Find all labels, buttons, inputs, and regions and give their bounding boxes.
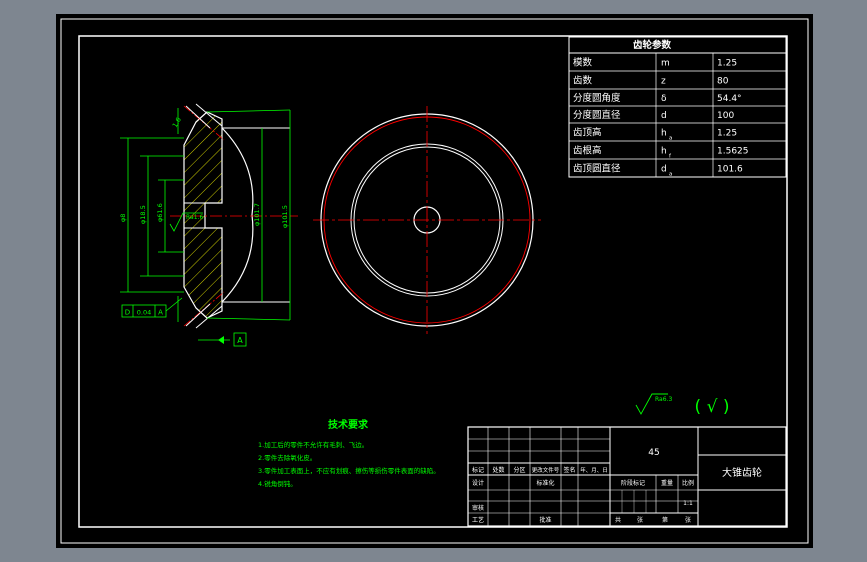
tb-standard: 标准化 bbox=[536, 479, 554, 487]
tb-scale-value: 1:1 bbox=[683, 500, 693, 507]
gear-param-name: 齿根高 bbox=[573, 145, 602, 157]
gear-param-name: 齿顶高 bbox=[573, 127, 602, 139]
tb-sign: 签名 bbox=[563, 466, 575, 474]
gear-param-name: 分度圆角度 bbox=[573, 92, 621, 104]
gear-param-subscript: a bbox=[669, 172, 672, 178]
gear-param-value: 80 bbox=[717, 77, 729, 87]
roughness-value: Ra6.3 bbox=[655, 396, 672, 403]
tb-sheet-b: 张 bbox=[685, 516, 691, 524]
gear-param-symbol: m bbox=[661, 59, 670, 69]
tech-req-item: 4.锐角倒钝。 bbox=[258, 479, 297, 488]
gear-param-name: 分度圆直径 bbox=[573, 109, 621, 121]
tol-symbol: D bbox=[125, 309, 130, 317]
gear-param-name: 齿数 bbox=[573, 75, 593, 87]
tb-total: 共 bbox=[615, 516, 621, 524]
tb-mark: 标记 bbox=[472, 466, 484, 474]
roughness-paren: ( √ ) bbox=[695, 397, 730, 417]
tb-process: 工艺 bbox=[472, 516, 484, 524]
gear-param-symbol: z bbox=[661, 77, 666, 87]
tb-doc-no: 更改文件号 bbox=[532, 466, 560, 474]
datum-letter: A bbox=[237, 336, 243, 345]
tb-date: 年、月、日 bbox=[580, 466, 608, 474]
dim-text: φ101.5 bbox=[281, 205, 289, 228]
dim-text: φ8 bbox=[119, 214, 127, 222]
dim-text: φ101.7 bbox=[253, 203, 261, 226]
tb-part-name: 大锥齿轮 bbox=[722, 466, 762, 479]
tb-sheet-a: 张 bbox=[637, 516, 643, 524]
bore-roughness-text: Ra1.6 bbox=[186, 214, 203, 221]
gear-param-symbol: d bbox=[661, 165, 667, 175]
tb-zone: 分区 bbox=[513, 466, 525, 474]
tech-req-item: 1.加工后的零件不允许有毛刺、飞边。 bbox=[258, 440, 368, 449]
gear-param-subscript: a bbox=[669, 136, 672, 142]
gear-param-value: 1.25 bbox=[717, 59, 737, 69]
gear-param-value: 54.4° bbox=[717, 94, 742, 104]
tb-check: 审核 bbox=[472, 504, 484, 512]
tb-of: 第 bbox=[662, 516, 668, 524]
gear-param-value: 101.6 bbox=[717, 165, 743, 175]
tech-req-title: 技术要求 bbox=[328, 418, 369, 431]
tol-datum: A bbox=[158, 309, 163, 317]
gear-param-value: 100 bbox=[717, 111, 734, 121]
tb-weight: 重量 bbox=[661, 479, 673, 487]
gear-param-symbol: d bbox=[661, 111, 667, 121]
tb-stage-mark: 阶段标记 bbox=[621, 479, 645, 487]
gear-param-symbol: h bbox=[661, 147, 667, 157]
gear-table-title: 齿轮参数 bbox=[633, 39, 672, 51]
dim-text: φ61.6 bbox=[156, 203, 164, 222]
dim-text: φ18.5 bbox=[139, 205, 147, 224]
gear-param-name: 模数 bbox=[573, 57, 593, 69]
tb-approve: 批准 bbox=[539, 516, 551, 524]
gear-param-symbol: δ bbox=[661, 94, 667, 104]
gear-param-value: 1.25 bbox=[717, 129, 737, 139]
tech-req-item: 2.零件去除氧化皮。 bbox=[258, 453, 316, 462]
tb-count: 处数 bbox=[492, 466, 504, 474]
tol-value: 0.04 bbox=[137, 309, 151, 317]
cad-drawing-canvas[interactable]: 齿轮参数 模数 m 1.25 齿数 z 80 分度圆角度 δ 54.4° 分度圆直径 d 100 齿顶高… bbox=[0, 0, 867, 562]
tech-req-item: 3.零件加工表面上，不应有划痕、擦伤等损伤零件表面的缺陷。 bbox=[258, 466, 440, 475]
tb-scale: 比例 bbox=[682, 479, 694, 487]
gear-param-symbol: h bbox=[661, 129, 667, 139]
gear-param-name: 齿顶圆直径 bbox=[573, 163, 621, 175]
tb-material: 45 bbox=[648, 448, 659, 458]
tb-design: 设计 bbox=[472, 479, 484, 487]
gear-param-value: 1.5625 bbox=[717, 147, 749, 157]
